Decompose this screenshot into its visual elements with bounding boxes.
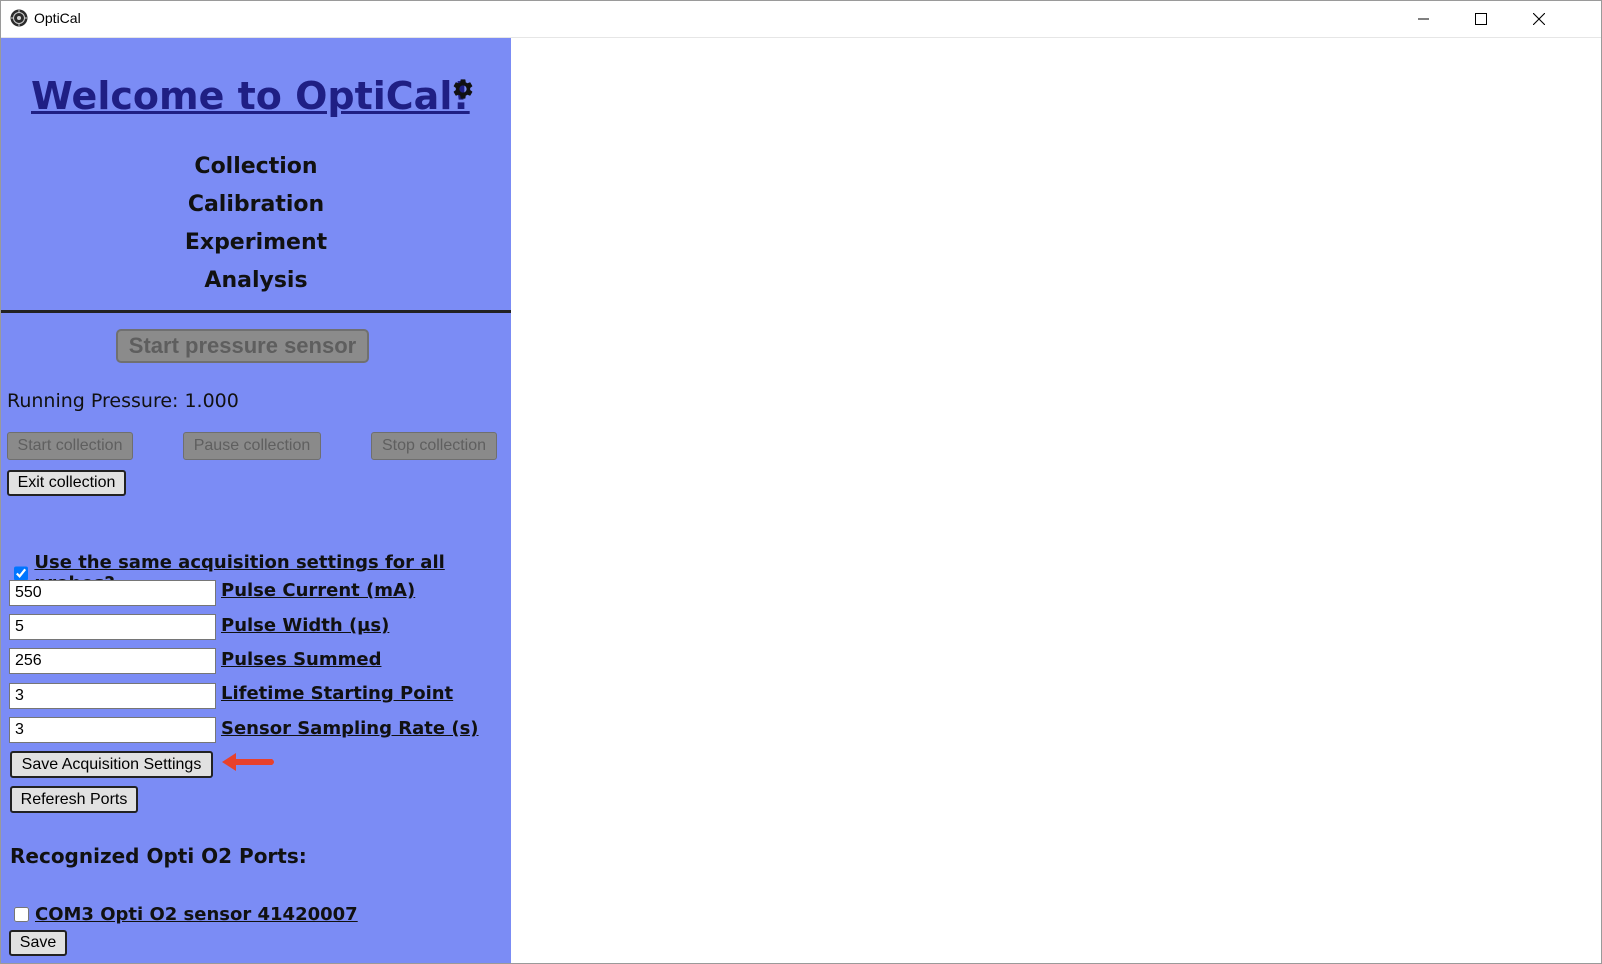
window-title: OptiCal xyxy=(34,10,81,26)
start-collection-button[interactable]: Start collection xyxy=(7,432,133,460)
pulses-summed-input[interactable] xyxy=(9,648,216,674)
gear-icon[interactable] xyxy=(451,77,475,101)
pause-collection-button[interactable]: Pause collection xyxy=(183,432,321,460)
lifetime-starting-point-label: Lifetime Starting Point xyxy=(221,683,454,704)
same-settings-checkbox[interactable] xyxy=(14,565,29,581)
minimize-button[interactable] xyxy=(1395,0,1453,37)
running-pressure-text: Running Pressure: 1.000 xyxy=(7,390,239,412)
title-bar: OptiCal xyxy=(0,0,1602,38)
sidebar-panel: Welcome to OptiCal! Collection Calibrati… xyxy=(1,38,511,964)
nav-item-calibration[interactable]: Calibration xyxy=(1,186,511,224)
close-button[interactable] xyxy=(1510,0,1568,37)
pulse-current-input[interactable] xyxy=(9,580,216,606)
start-pressure-sensor-button[interactable]: Start pressure sensor xyxy=(116,329,369,363)
close-icon xyxy=(1533,12,1545,25)
exit-collection-button[interactable]: Exit collection xyxy=(7,470,126,496)
section-divider xyxy=(1,310,511,313)
maximize-button[interactable] xyxy=(1452,0,1510,37)
sensor-sampling-rate-input[interactable] xyxy=(9,717,216,743)
pulse-width-label: Pulse Width (µs) xyxy=(221,615,390,636)
welcome-heading[interactable]: Welcome to OptiCal! xyxy=(31,74,470,118)
minimize-icon xyxy=(1418,18,1429,19)
port-checkbox[interactable] xyxy=(14,907,29,922)
port-label[interactable]: COM3 Opti O2 sensor 41420007 xyxy=(35,904,358,925)
sensor-sampling-rate-label: Sensor Sampling Rate (s) xyxy=(221,718,479,739)
app-logo-icon xyxy=(10,9,28,27)
stop-collection-button[interactable]: Stop collection xyxy=(371,432,497,460)
annotation-arrow-icon xyxy=(222,753,274,771)
main-nav: Collection Calibration Experiment Analys… xyxy=(1,148,511,300)
nav-item-experiment[interactable]: Experiment xyxy=(1,224,511,262)
pulse-current-label: Pulse Current (mA) xyxy=(221,580,416,601)
port-item: COM3 Opti O2 sensor 41420007 xyxy=(14,904,358,925)
refresh-ports-button[interactable]: Referesh Ports xyxy=(10,786,138,813)
lifetime-starting-point-input[interactable] xyxy=(9,683,216,709)
save-acquisition-settings-button[interactable]: Save Acquisition Settings xyxy=(10,751,213,778)
maximize-icon xyxy=(1475,12,1487,25)
pulse-width-input[interactable] xyxy=(9,614,216,640)
nav-item-analysis[interactable]: Analysis xyxy=(1,262,511,300)
pulses-summed-label: Pulses Summed xyxy=(221,649,382,670)
recognized-ports-heading: Recognized Opti O2 Ports: xyxy=(10,844,307,868)
nav-item-collection[interactable]: Collection xyxy=(1,148,511,186)
save-ports-button[interactable]: Save xyxy=(9,930,67,956)
